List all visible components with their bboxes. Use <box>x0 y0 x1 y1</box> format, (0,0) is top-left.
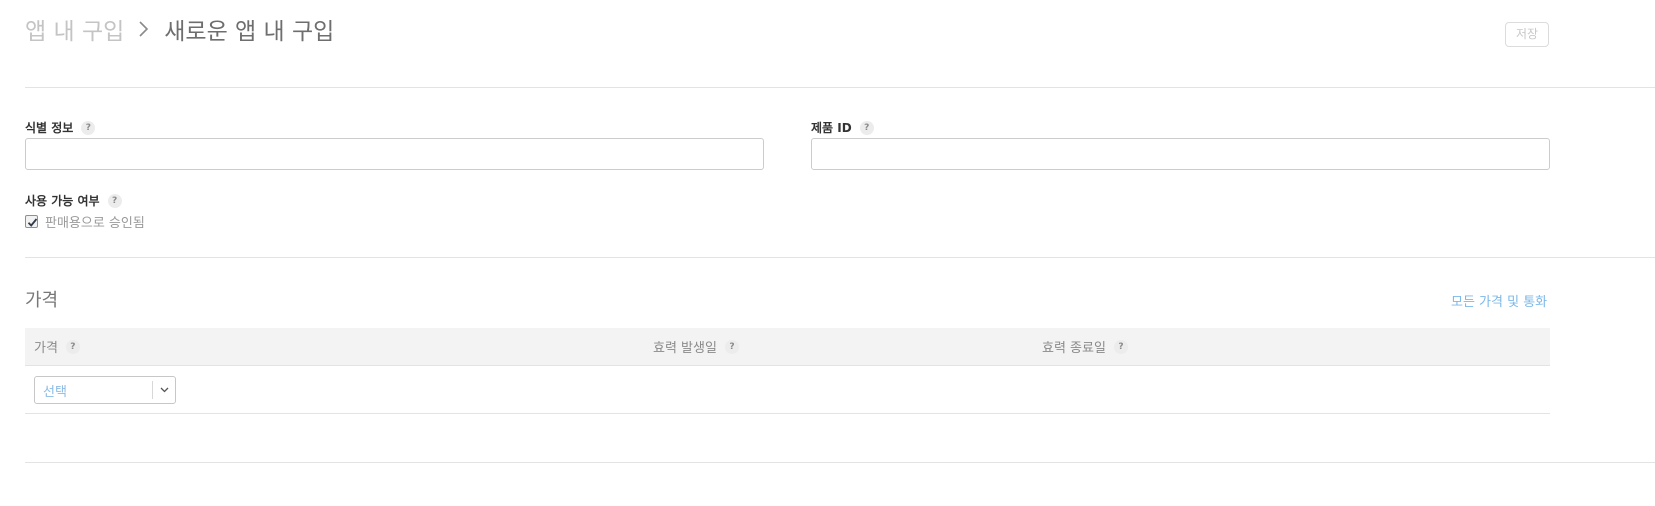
chevron-right-icon <box>138 20 150 38</box>
column-header-price: 가격 ? <box>34 328 80 365</box>
chevron-down-icon[interactable] <box>153 377 175 403</box>
section-bottom-divider <box>25 462 1655 463</box>
help-icon[interactable]: ? <box>81 120 96 135</box>
page: 앱 내 구입 새로운 앱 내 구입 저장 식별 정보 ? 제품 ID ? 사용 … <box>0 0 1655 506</box>
column-header-start-date: 효력 발생일 ? <box>653 328 739 365</box>
page-title: 새로운 앱 내 구입 <box>164 19 335 45</box>
column-header-start-date-text: 효력 발생일 <box>653 341 717 356</box>
reference-name-input[interactable] <box>25 138 764 170</box>
table-row-divider <box>25 413 1550 414</box>
product-id-input[interactable] <box>811 138 1550 170</box>
column-header-end-date-text: 효력 종료일 <box>1042 341 1106 356</box>
header-divider <box>25 87 1655 88</box>
product-id-label-text: 제품 ID <box>811 121 852 135</box>
help-icon[interactable]: ? <box>859 120 874 135</box>
help-icon[interactable]: ? <box>107 193 122 208</box>
pricing-table-header: 가격 ? 효력 발생일 ? 효력 종료일 ? <box>25 328 1550 366</box>
form-divider <box>25 257 1655 258</box>
breadcrumb-parent-link[interactable]: 앱 내 구입 <box>25 12 124 46</box>
cleared-for-sale-label: 판매용으로 승인됨 <box>45 216 145 231</box>
reference-name-label-text: 식별 정보 <box>25 121 74 135</box>
checkmark-icon <box>27 218 38 227</box>
all-prices-link[interactable]: 모든 가격 및 통화 <box>1451 291 1547 310</box>
product-id-label: 제품 ID ? <box>811 119 874 136</box>
breadcrumb: 앱 내 구입 새로운 앱 내 구입 <box>25 12 334 46</box>
help-icon[interactable]: ? <box>65 339 80 354</box>
column-header-end-date: 효력 종료일 ? <box>1042 328 1128 365</box>
cleared-for-sale-checkbox[interactable] <box>25 215 38 228</box>
column-header-price-text: 가격 <box>34 341 58 356</box>
cleared-for-sale-option[interactable]: 판매용으로 승인됨 <box>25 212 145 231</box>
save-button[interactable]: 저장 <box>1505 22 1549 47</box>
availability-label: 사용 가능 여부 ? <box>25 192 122 209</box>
help-icon[interactable]: ? <box>724 339 739 354</box>
reference-name-label: 식별 정보 ? <box>25 119 96 136</box>
help-icon[interactable]: ? <box>1113 339 1128 354</box>
pricing-section-title: 가격 <box>25 290 59 311</box>
price-tier-select[interactable]: 선택 <box>34 376 176 404</box>
availability-label-text: 사용 가능 여부 <box>25 194 100 208</box>
price-tier-select-value: 선택 <box>43 384 67 400</box>
